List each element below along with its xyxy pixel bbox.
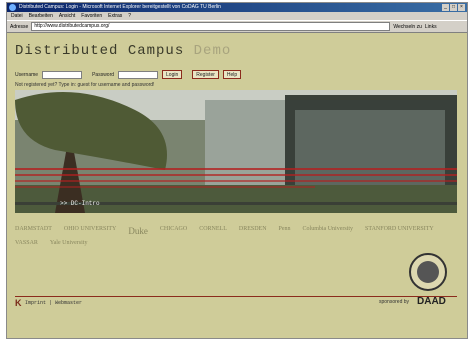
footer-links[interactable]: Imprint | Webmaster — [25, 300, 82, 306]
logo-chicago: CHICAGO — [159, 226, 188, 232]
maximize-button[interactable]: □ — [450, 4, 457, 11]
menu-bar: Datei Bearbeiten Ansicht Favoriten Extra… — [7, 12, 467, 20]
site-title-main: Distributed Campus — [15, 43, 185, 59]
logo-vassar: VASSAR — [15, 240, 38, 246]
footer-divider — [15, 296, 457, 297]
logo-stanford: STANFORD UNIVERSITY — [365, 226, 434, 232]
university-crest-icon — [409, 253, 447, 291]
footer-logo: K — [15, 298, 22, 308]
address-input[interactable]: http://www.distributedcampus.org/ — [31, 22, 391, 31]
logo-dresden: DRESDEN — [238, 226, 267, 232]
login-button[interactable]: Login — [162, 70, 183, 79]
go-button[interactable]: Wechseln zu — [393, 24, 422, 30]
close-button[interactable]: × — [458, 4, 465, 11]
campus-photo-illustration — [15, 90, 457, 213]
password-field[interactable] — [118, 70, 159, 79]
login-form: Username Password Login Register Help — [15, 70, 242, 79]
logo-cornell: CORNELL — [199, 226, 227, 232]
minimize-button[interactable]: _ — [442, 4, 449, 11]
menu-file[interactable]: Datei — [11, 12, 23, 20]
logo-duke: Duke — [128, 226, 148, 236]
site-title: Distributed Campus Demo — [15, 43, 231, 59]
links-button[interactable]: Links — [425, 24, 437, 30]
window-title: Distributed Campus: Login - Microsoft In… — [19, 4, 221, 10]
guest-hint: Not registered yet? Type in: guest for u… — [15, 82, 155, 88]
register-button[interactable]: Register — [192, 70, 219, 79]
dc-intro-link[interactable]: >> DC-Intro — [60, 200, 100, 207]
logo-ohio: OHIO UNIVERSITY — [63, 226, 117, 232]
menu-edit[interactable]: Bearbeiten — [29, 12, 53, 20]
menu-tools[interactable]: Extras — [108, 12, 122, 20]
logo-darmstadt: DARMSTADT — [15, 226, 52, 232]
web-page: Distributed Campus Demo Username Passwor… — [7, 33, 467, 338]
ie-icon — [9, 4, 16, 11]
username-field[interactable] — [42, 70, 83, 79]
title-bar: Distributed Campus: Login - Microsoft In… — [7, 3, 467, 12]
partner-logos: DARMSTADT OHIO UNIVERSITY Duke CHICAGO C… — [15, 226, 457, 246]
help-button[interactable]: Help — [222, 70, 242, 79]
menu-favorites[interactable]: Favoriten — [81, 12, 102, 20]
logo-columbia: Columbia University — [302, 226, 354, 232]
daad-logo: DAAD — [417, 296, 446, 307]
menu-view[interactable]: Ansicht — [59, 12, 75, 20]
password-label: Password — [92, 71, 115, 78]
username-label: Username — [15, 71, 39, 78]
logo-yale: Yale University — [49, 240, 88, 246]
logo-penn: Penn — [278, 226, 291, 232]
address-bar: Adresse http://www.distributedcampus.org… — [7, 20, 467, 33]
campus-photo: >> DC-Intro — [15, 90, 457, 213]
browser-window: Distributed Campus: Login - Microsoft In… — [6, 2, 468, 339]
address-label: Adresse — [10, 23, 29, 30]
site-title-suffix: Demo — [193, 43, 232, 59]
menu-help[interactable]: ? — [128, 12, 131, 20]
sponsor-label: sponsored by — [379, 299, 410, 305]
